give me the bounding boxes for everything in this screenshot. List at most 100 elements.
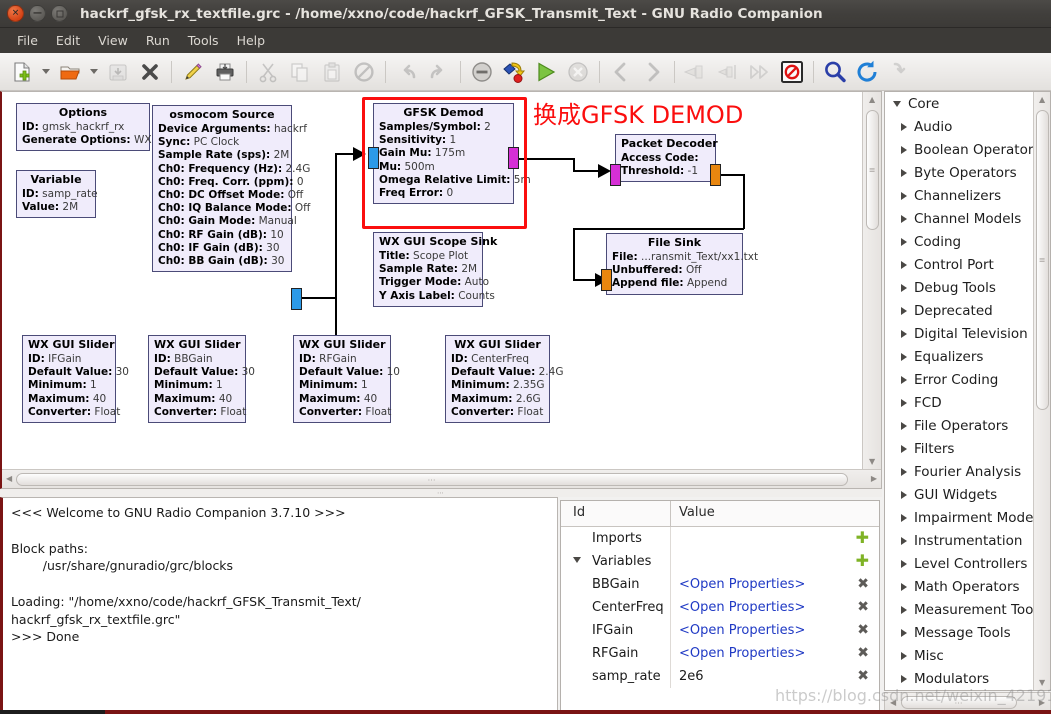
tree-hscroll-thumb[interactable]: ⋯ [901,696,1017,709]
remove-variable-button[interactable]: ✖ [857,576,869,592]
new-file-dropdown-button[interactable] [38,56,54,88]
tree-item-channel-models[interactable]: Channel Models [885,207,1050,230]
window-close-button[interactable]: ✕ [7,5,24,22]
tree-item-modulators[interactable]: Modulators [885,667,1050,690]
horizontal-splitter[interactable]: ⋯ [0,489,882,497]
menu-view[interactable]: View [89,30,137,51]
column-header-id[interactable]: Id [561,501,671,526]
more-button[interactable] [883,56,915,88]
undo-button[interactable] [391,56,423,88]
reload-blocks-button[interactable] [776,56,808,88]
row-value[interactable]: <Open Properties> [671,623,879,638]
tree-item-gui-widgets[interactable]: GUI Widgets [885,483,1050,506]
tree-item-instrumentation[interactable]: Instrumentation [885,529,1050,552]
tree-item-deprecated[interactable]: Deprecated [885,299,1050,322]
canvas-horizontal-scrollbar[interactable]: ◀ ⋯ ▶ [2,469,881,488]
rotate-right-button[interactable] [637,56,669,88]
flowgraph-canvas[interactable]: Options ID: gmsk_hackrf_rx Generate Opti… [0,91,882,489]
variables-panel[interactable]: Id Value Imports ✚ Variables ✚ BBGain <O… [560,500,880,714]
tree-item-math-operators[interactable]: Math Operators [885,575,1050,598]
save-button[interactable] [102,56,134,88]
block-tree-panel[interactable]: Core Audio Boolean Operator Byte Operato… [884,91,1051,691]
table-row[interactable]: BBGain <Open Properties> ✖ [561,573,879,596]
scroll-down-icon[interactable]: ▼ [869,457,875,466]
gfsk-demod-block[interactable]: GFSK Demod Samples/Symbol: 2 Sensitivity… [373,103,531,205]
wx-gui-scope-sink-block[interactable]: WX GUI Scope Sink Title: Scope Plot Samp… [373,232,497,307]
variable-block[interactable]: Variable ID: samp_rate Value: 2M [16,170,98,219]
remove-variable-button[interactable]: ✖ [857,645,869,661]
menu-edit[interactable]: Edit [47,30,89,51]
open-file-dropdown-button[interactable] [86,56,102,88]
tree-item-measurement-tools[interactable]: Measurement Too [885,598,1050,621]
tree-item-equalizers[interactable]: Equalizers [885,345,1050,368]
window-maximize-button[interactable] [51,5,68,22]
remove-variable-button[interactable]: ✖ [857,668,869,684]
scroll-down-icon[interactable]: ▼ [1039,678,1045,687]
packet-decoder-input-port[interactable] [610,164,621,186]
scroll-right-icon[interactable]: ▶ [871,474,877,483]
packet-decoder-output-port[interactable] [710,164,721,186]
table-row[interactable]: IFGain <Open Properties> ✖ [561,619,879,642]
find-block-button[interactable] [819,56,851,88]
tree-horizontal-scrollbar[interactable]: ◀ ⋯ ▶ [884,692,1051,712]
tree-item-file-operators[interactable]: File Operators [885,414,1050,437]
menu-tools[interactable]: Tools [179,30,228,51]
row-value[interactable]: <Open Properties> [671,577,879,592]
tree-vscroll-thumb[interactable]: ≡ [1036,110,1049,410]
osmocom-source-block[interactable]: osmocom Source Device Arguments: hackrf … [152,105,310,273]
row-value[interactable]: <Open Properties> [671,646,879,661]
flowgraph-surface[interactable]: Options ID: gmsk_hackrf_rx Generate Opti… [2,92,864,470]
window-minimize-button[interactable]: — [29,5,46,22]
enable-button[interactable] [680,56,712,88]
generate-button[interactable] [498,56,530,88]
row-value[interactable]: <Open Properties> [671,600,879,615]
wx-gui-slider-ifgain-block[interactable]: WX GUI Slider ID: IFGain Default Value: … [22,335,129,423]
copy-button[interactable] [284,56,316,88]
table-row[interactable]: Imports ✚ [561,527,879,550]
gfsk-demod-input-port[interactable] [368,147,379,169]
print-button[interactable] [209,56,241,88]
menu-file[interactable]: File [8,30,47,51]
add-import-button[interactable]: ✚ [856,530,869,546]
table-row[interactable]: Variables ✚ [561,550,879,573]
menu-help[interactable]: Help [228,30,275,51]
tree-item-channelizers[interactable]: Channelizers [885,184,1050,207]
refresh-button[interactable] [851,56,883,88]
tree-item-fourier-analysis[interactable]: Fourier Analysis [885,460,1050,483]
tree-item-audio[interactable]: Audio [885,115,1050,138]
open-file-button[interactable] [54,56,86,88]
add-variable-button[interactable]: ✚ [856,553,869,569]
tree-item-filters[interactable]: Filters [885,437,1050,460]
table-row[interactable]: CenterFreq <Open Properties> ✖ [561,596,879,619]
packet-decoder-block[interactable]: Packet Decoder Access Code: Threshold: -… [615,134,718,183]
bypass-button[interactable] [744,56,776,88]
table-row[interactable]: samp_rate 2e6 ✖ [561,665,879,688]
tree-item-core[interactable]: Core [885,92,1050,115]
new-file-button[interactable] [6,56,38,88]
tree-item-boolean-operators[interactable]: Boolean Operator [885,138,1050,161]
tree-item-message-tools[interactable]: Message Tools [885,621,1050,644]
canvas-vertical-scrollbar[interactable]: ▲ ≡ ▼ [862,92,881,488]
table-row[interactable]: RFGain <Open Properties> ✖ [561,642,879,665]
file-sink-block[interactable]: File Sink File: ...ransmit_Text/xx1.txt … [606,233,758,295]
chevron-down-icon[interactable] [573,557,581,563]
delete-button[interactable] [348,56,380,88]
cut-button[interactable] [252,56,284,88]
scroll-up-icon[interactable]: ▲ [1039,95,1045,104]
wx-gui-slider-centerfreq-block[interactable]: WX GUI Slider ID: CenterFreq Default Val… [445,335,563,423]
scroll-left-icon[interactable]: ◀ [6,474,12,483]
canvas-hscroll-thumb[interactable]: ⋯ [16,473,848,486]
redo-button[interactable] [423,56,455,88]
osmocom-source-output-port[interactable] [291,288,302,310]
disable-button[interactable] [712,56,744,88]
tree-item-coding[interactable]: Coding [885,230,1050,253]
edit-properties-button[interactable] [177,56,209,88]
tree-vertical-scrollbar[interactable]: ▲ ≡ ▼ [1033,92,1050,690]
options-block[interactable]: Options ID: gmsk_hackrf_rx Generate Opti… [16,103,174,152]
tree-item-digital-television[interactable]: Digital Television [885,322,1050,345]
errors-button[interactable] [466,56,498,88]
column-header-value[interactable]: Value [671,501,879,526]
kill-button[interactable] [562,56,594,88]
gfsk-demod-output-port[interactable] [508,147,519,169]
console-panel[interactable]: <<< Welcome to GNU Radio Companion 3.7.1… [0,497,558,714]
